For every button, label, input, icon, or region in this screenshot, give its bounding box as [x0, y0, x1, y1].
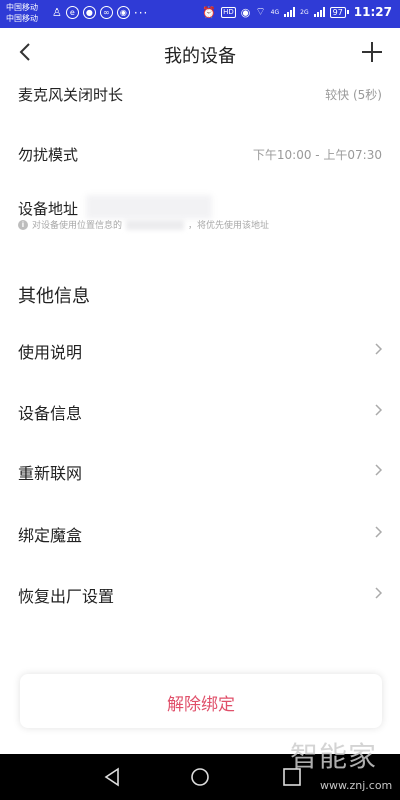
- more-notifications-icon: ···: [133, 5, 149, 20]
- device-address-row[interactable]: 设备地址 i 对设备使用位置信息的 ，将优先使用该地址: [0, 195, 400, 235]
- do-not-disturb-value: 下午10:00 - 上午07:30: [252, 148, 382, 162]
- nav-back-button[interactable]: [100, 765, 124, 789]
- device-address-value-blurred: [86, 195, 212, 219]
- clock: 11:27: [353, 5, 392, 19]
- wechat-icon: ∞: [99, 6, 113, 19]
- carrier-2: 中国移动: [6, 14, 38, 23]
- hd-badge: HD: [221, 6, 236, 18]
- address-hint-prefix: 对设备使用位置信息的: [32, 221, 123, 231]
- menu-item-device-info[interactable]: 设备信息: [0, 390, 400, 430]
- chevron-right-icon: [375, 587, 383, 599]
- menu-item-label: 重新联网: [18, 464, 83, 483]
- watermark-logo: 智能家 www.znj.com: [290, 735, 394, 795]
- network-1-label: 4G: [270, 8, 280, 16]
- menu-item-label: 绑定魔盒: [18, 526, 83, 545]
- menu-item-user-guide[interactable]: 使用说明: [0, 329, 400, 369]
- signal-1-icon: [284, 7, 296, 17]
- mic-off-duration-value: 较快 (5秒): [325, 88, 382, 102]
- battery-level: 97: [329, 6, 346, 18]
- wifi-icon: ⌔: [255, 5, 266, 18]
- chevron-right-icon: [375, 404, 383, 416]
- watermark-main: 智能家: [290, 740, 378, 773]
- page-title: 我的设备: [164, 46, 236, 67]
- menu-item-bind-box[interactable]: 绑定魔盒: [0, 512, 400, 552]
- menu-item-label: 恢复出厂设置: [18, 587, 115, 606]
- add-device-button[interactable]: [360, 40, 384, 64]
- menu-item-label: 设备信息: [18, 404, 83, 423]
- mic-off-duration-row[interactable]: 麦克风关闭时长 较快 (5秒): [0, 80, 400, 110]
- address-hint-suffix: ，将优先使用该地址: [188, 221, 270, 231]
- unbind-label: 解除绑定: [167, 695, 235, 715]
- carrier-labels: 中国移动 中国移动: [6, 2, 38, 24]
- unbind-button[interactable]: 解除绑定: [20, 674, 382, 728]
- do-not-disturb-label: 勿扰模式: [18, 146, 79, 164]
- network-2-label: 2G: [300, 8, 309, 16]
- device-address-hint: i 对设备使用位置信息的 ，将优先使用该地址: [18, 218, 269, 231]
- do-not-disturb-row[interactable]: 勿扰模式 下午10:00 - 上午07:30: [0, 140, 400, 170]
- menu-item-reconnect-network[interactable]: 重新联网: [0, 450, 400, 490]
- walk-icon: ♙: [52, 6, 62, 19]
- menu-item-label: 使用说明: [18, 343, 83, 362]
- triangle-back-icon: [104, 767, 119, 787]
- account-icon: ◉: [116, 6, 130, 19]
- chevron-right-icon: [375, 464, 383, 476]
- app-icon: e: [65, 6, 79, 19]
- menu-item-factory-reset[interactable]: 恢复出厂设置: [0, 573, 400, 613]
- alarm-icon: ⏰: [202, 5, 217, 19]
- notification-icons: ♙ e ● ∞ ◉ ···: [52, 6, 148, 19]
- carrier-1: 中国移动: [6, 3, 38, 12]
- info-icon: i: [18, 219, 28, 230]
- circle-home-icon: [191, 768, 209, 786]
- battery-icon: 97: [329, 6, 349, 18]
- watermark-url: www.znj.com: [320, 779, 393, 792]
- address-hint-blurred: [126, 219, 185, 230]
- mic-off-duration-label: 麦克风关闭时长: [18, 86, 124, 104]
- device-address-label: 设备地址: [18, 200, 79, 218]
- signal-2-icon: [313, 7, 325, 17]
- chat-bubble-icon: ●: [82, 6, 96, 19]
- other-info-section-title: 其他信息: [18, 286, 90, 307]
- chevron-right-icon: [375, 526, 383, 538]
- eye-icon: ◉: [240, 5, 251, 19]
- nav-home-button[interactable]: [188, 765, 212, 789]
- status-right: ⏰ HD ◉ ⌔ 4G 2G 97 11:27: [202, 5, 392, 19]
- status-bar: 中国移动 中国移动 ♙ e ● ∞ ◉ ··· ⏰ HD ◉ ⌔ 4G 2G 9…: [0, 0, 400, 28]
- app-header: 我的设备: [0, 28, 400, 78]
- chevron-right-icon: [375, 343, 383, 355]
- plus-icon: [362, 42, 382, 62]
